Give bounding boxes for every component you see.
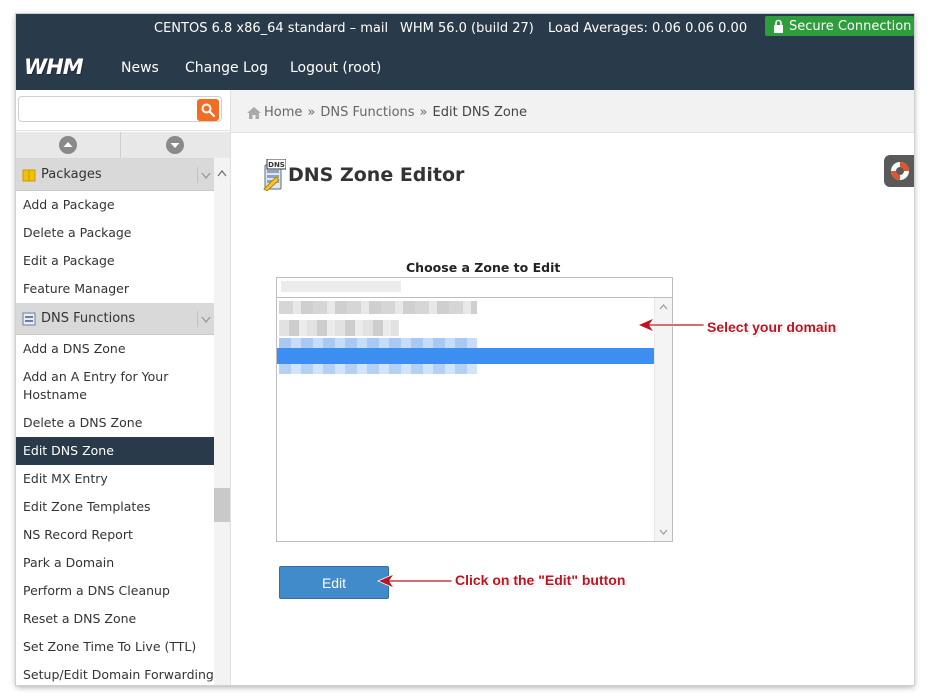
arrow-down-circle-icon — [166, 136, 184, 154]
whm-logo[interactable]: WHM — [24, 55, 84, 79]
group-packages[interactable]: Packages — [16, 159, 214, 191]
breadcrumb-separator: » — [307, 105, 316, 120]
scroll-down-button[interactable] — [165, 135, 185, 155]
whm-version: WHM 56.0 (build 27) — [400, 21, 534, 36]
help-button[interactable] — [884, 155, 914, 187]
annotation-click-edit: Click on the "Edit" button — [455, 572, 626, 588]
sidebar-search — [16, 90, 230, 131]
sidebar-scroll-arrows — [16, 132, 230, 159]
annotation-select-domain: Select your domain — [707, 319, 837, 335]
sidebar-item-feature-manager[interactable]: Feature Manager — [16, 275, 214, 303]
sidebar-menu: Packages Add a Package Delete a Package … — [16, 159, 214, 685]
red-arrow-icon — [377, 573, 453, 589]
sidebar-item-add-package[interactable]: Add a Package — [16, 191, 214, 219]
chevron-down-icon[interactable] — [197, 167, 214, 183]
secure-connection-badge: Secure Connection — [765, 16, 914, 36]
sidebar-item-reset-dns-zone[interactable]: Reset a DNS Zone — [16, 605, 214, 633]
sidebar-item-ns-record-report[interactable]: NS Record Report — [16, 521, 214, 549]
lock-icon — [774, 19, 783, 33]
zone-option[interactable] — [279, 320, 399, 336]
arrow-up-circle-icon — [59, 136, 77, 154]
zone-option-selected[interactable] — [277, 348, 657, 364]
sidebar-item-add-dns-zone[interactable]: Add a DNS Zone — [16, 335, 214, 363]
group-dns-functions[interactable]: DNS Functions — [16, 303, 214, 335]
zone-filter-input[interactable] — [276, 277, 673, 298]
group-dns-label: DNS Functions — [41, 311, 136, 326]
dns-icon-text: DNS — [268, 161, 285, 169]
nav-news[interactable]: News — [121, 60, 159, 76]
server-os: CENTOS 6.8 x86_64 standard – mail — [154, 21, 389, 36]
sidebar-search-input[interactable] — [18, 96, 222, 122]
secure-label: Secure Connection — [789, 18, 912, 34]
breadcrumb-separator: » — [419, 105, 428, 120]
sidebar-scroll-thumb[interactable] — [214, 488, 230, 522]
sidebar-scrollbar[interactable] — [214, 158, 230, 685]
zone-select-list[interactable] — [276, 298, 673, 542]
edit-button[interactable]: Edit — [279, 566, 389, 599]
zone-option[interactable] — [279, 301, 477, 314]
sidebar-item-edit-mx-entry[interactable]: Edit MX Entry — [16, 465, 214, 493]
zone-list-scrollbar[interactable] — [654, 298, 672, 541]
sidebar-item-delete-package[interactable]: Delete a Package — [16, 219, 214, 247]
zone-select-label: Choose a Zone to Edit — [406, 260, 561, 275]
redacted-text — [281, 281, 401, 292]
chevron-up-icon — [659, 304, 668, 310]
sidebar-item-edit-package[interactable]: Edit a Package — [16, 247, 214, 275]
sidebar-item-edit-zone-templates[interactable]: Edit Zone Templates — [16, 493, 214, 521]
sidebar-item-edit-dns-zone[interactable]: Edit DNS Zone — [16, 437, 214, 465]
top-header: CENTOS 6.8 x86_64 standard – mail WHM 56… — [16, 14, 914, 90]
home-icon — [247, 106, 261, 119]
nav-change-log[interactable]: Change Log — [185, 60, 268, 76]
breadcrumb-dns-functions[interactable]: DNS Functions — [320, 105, 414, 120]
sidebar-item-domain-forwarding[interactable]: Setup/Edit Domain Forwarding — [16, 661, 214, 685]
sidebar-item-add-a-entry[interactable]: Add an A Entry for Your Hostname — [16, 363, 214, 409]
whm-window: CENTOS 6.8 x86_64 standard – mail WHM 56… — [16, 14, 914, 685]
breadcrumb-current: Edit DNS Zone — [432, 105, 528, 120]
package-icon — [22, 169, 36, 181]
breadcrumb-bar: Home » DNS Functions » Edit DNS Zone — [231, 90, 914, 133]
dns-icon — [22, 312, 36, 325]
scrollbar-up-arrow[interactable] — [217, 162, 227, 181]
breadcrumb-home[interactable]: Home — [264, 105, 302, 120]
breadcrumb: Home » DNS Functions » Edit DNS Zone — [247, 105, 527, 120]
lifebuoy-icon — [891, 162, 909, 180]
search-button[interactable] — [197, 99, 219, 121]
red-arrow-icon — [637, 317, 705, 333]
sidebar: Packages Add a Package Delete a Package … — [16, 90, 231, 685]
dns-zone-editor-icon: DNS — [262, 158, 287, 195]
redacted-text — [279, 364, 477, 374]
sidebar-item-dns-cleanup[interactable]: Perform a DNS Cleanup — [16, 577, 214, 605]
redacted-text — [279, 338, 477, 348]
sidebar-item-park-domain[interactable]: Park a Domain — [16, 549, 214, 577]
page-title: DNS Zone Editor — [288, 164, 465, 186]
group-packages-label: Packages — [41, 167, 102, 182]
sidebar-item-delete-dns-zone[interactable]: Delete a DNS Zone — [16, 409, 214, 437]
load-averages: Load Averages: 0.06 0.06 0.00 — [548, 21, 748, 36]
chevron-down-icon — [659, 529, 668, 535]
sidebar-item-set-zone-ttl[interactable]: Set Zone Time To Live (TTL) — [16, 633, 214, 661]
search-icon — [201, 103, 215, 117]
chevron-down-icon[interactable] — [197, 311, 214, 327]
arrow-divider — [120, 132, 121, 158]
scroll-up-button[interactable] — [58, 135, 78, 155]
nav-logout[interactable]: Logout (root) — [290, 60, 381, 76]
